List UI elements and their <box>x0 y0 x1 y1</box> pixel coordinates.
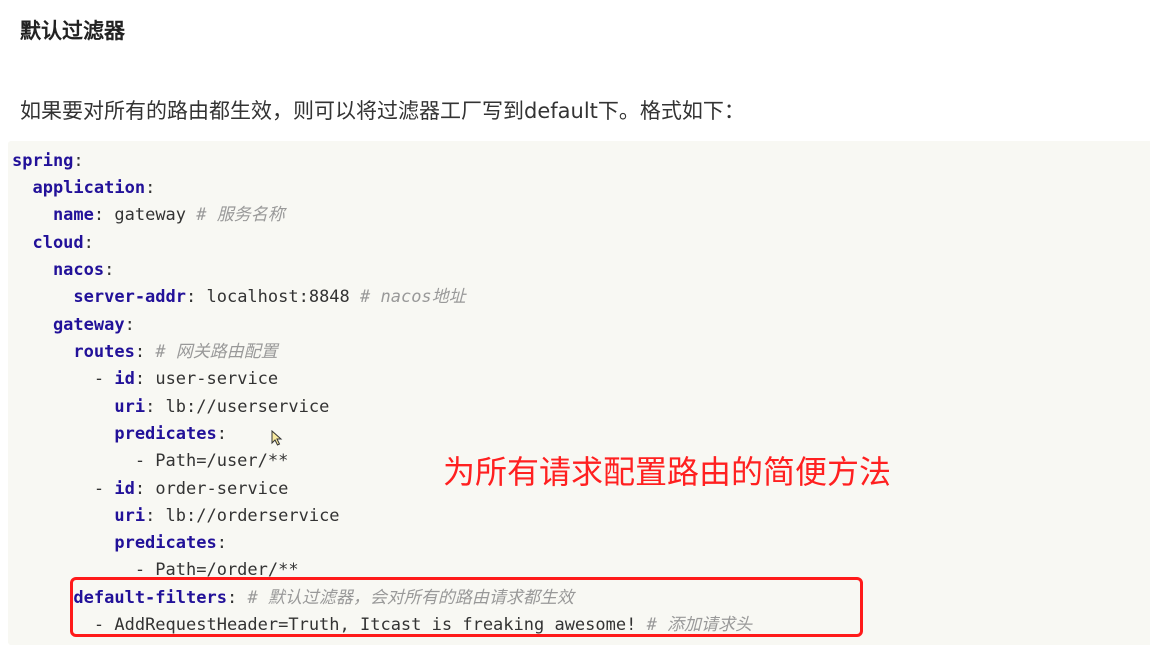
code-line: - Path=/user/** <box>12 448 289 475</box>
yaml-colon: : <box>134 369 146 389</box>
code-line: routes: # 网关路由配置 <box>12 339 278 366</box>
yaml-colon: : <box>186 287 197 307</box>
yaml-key: nacos <box>52 260 105 280</box>
yaml-comment: # 服务名称 <box>196 205 285 225</box>
yaml-colon: : <box>93 205 105 225</box>
code-line: uri: lb://userservice <box>12 394 329 421</box>
yaml-comment: # 网关路由配置 <box>155 342 278 362</box>
yaml-list-dash: - <box>93 479 115 499</box>
yaml-list-dash: - <box>93 369 115 389</box>
yaml-colon: : <box>134 479 146 499</box>
yaml-colon: : <box>134 342 146 362</box>
yaml-key: routes <box>73 342 135 362</box>
highlight-box <box>70 577 863 637</box>
yaml-colon: : <box>145 178 156 198</box>
yaml-value <box>145 342 155 362</box>
yaml-value: gateway <box>104 205 197 225</box>
yaml-colon: : <box>124 315 135 335</box>
yaml-key: uri <box>114 506 146 526</box>
code-line: predicates: <box>12 530 227 557</box>
yaml-list-dash: - <box>134 451 156 471</box>
intro-paragraph: 如果要对所有的路由都生效，则可以将过滤器工厂写到default下。格式如下： <box>20 99 745 123</box>
yaml-colon: : <box>73 151 84 171</box>
yaml-key: name <box>52 205 94 225</box>
yaml-colon: : <box>145 397 156 417</box>
code-line: - id: user-service <box>12 366 278 393</box>
yaml-key: application <box>32 178 146 198</box>
yaml-key: cloud <box>32 233 84 253</box>
code-line: spring: <box>12 148 84 175</box>
yaml-key: uri <box>114 397 146 417</box>
yaml-colon: : <box>216 424 227 444</box>
yaml-key: id <box>114 369 135 389</box>
code-line: application: <box>12 175 155 202</box>
yaml-colon: : <box>216 533 227 553</box>
code-line: - id: order-service <box>12 476 289 503</box>
code-line: predicates: <box>12 421 227 448</box>
yaml-key: gateway <box>52 315 125 335</box>
yaml-value: lb://orderservice <box>155 506 340 526</box>
code-line: nacos: <box>12 257 114 284</box>
yaml-key: spring <box>12 151 74 171</box>
code-line: server-addr: localhost:8848 # nacos地址 <box>12 284 466 311</box>
yaml-colon: : <box>104 260 115 280</box>
code-line: uri: lb://orderservice <box>12 503 340 530</box>
yaml-value: lb://userservice <box>155 397 330 417</box>
yaml-value: localhost:8848 <box>196 287 361 307</box>
yaml-key: server-addr <box>73 287 186 307</box>
annotation-text: 为所有请求配置路由的简便方法 <box>443 453 892 491</box>
code-line: name: gateway # 服务名称 <box>12 202 285 229</box>
yaml-value: Path=/user/** <box>155 451 289 471</box>
yaml-comment: # nacos地址 <box>360 287 466 307</box>
section-heading: 默认过滤器 <box>20 19 125 43</box>
code-line: cloud: <box>12 230 94 257</box>
yaml-colon: : <box>145 506 156 526</box>
yaml-colon: : <box>83 233 94 253</box>
yaml-key: predicates <box>114 533 217 553</box>
code-line: gateway: <box>12 312 135 339</box>
mouse-cursor-icon <box>271 430 283 446</box>
yaml-key: predicates <box>114 424 217 444</box>
yaml-key: id <box>114 479 135 499</box>
yaml-value: user-service <box>145 369 279 389</box>
yaml-value: order-service <box>145 479 289 499</box>
